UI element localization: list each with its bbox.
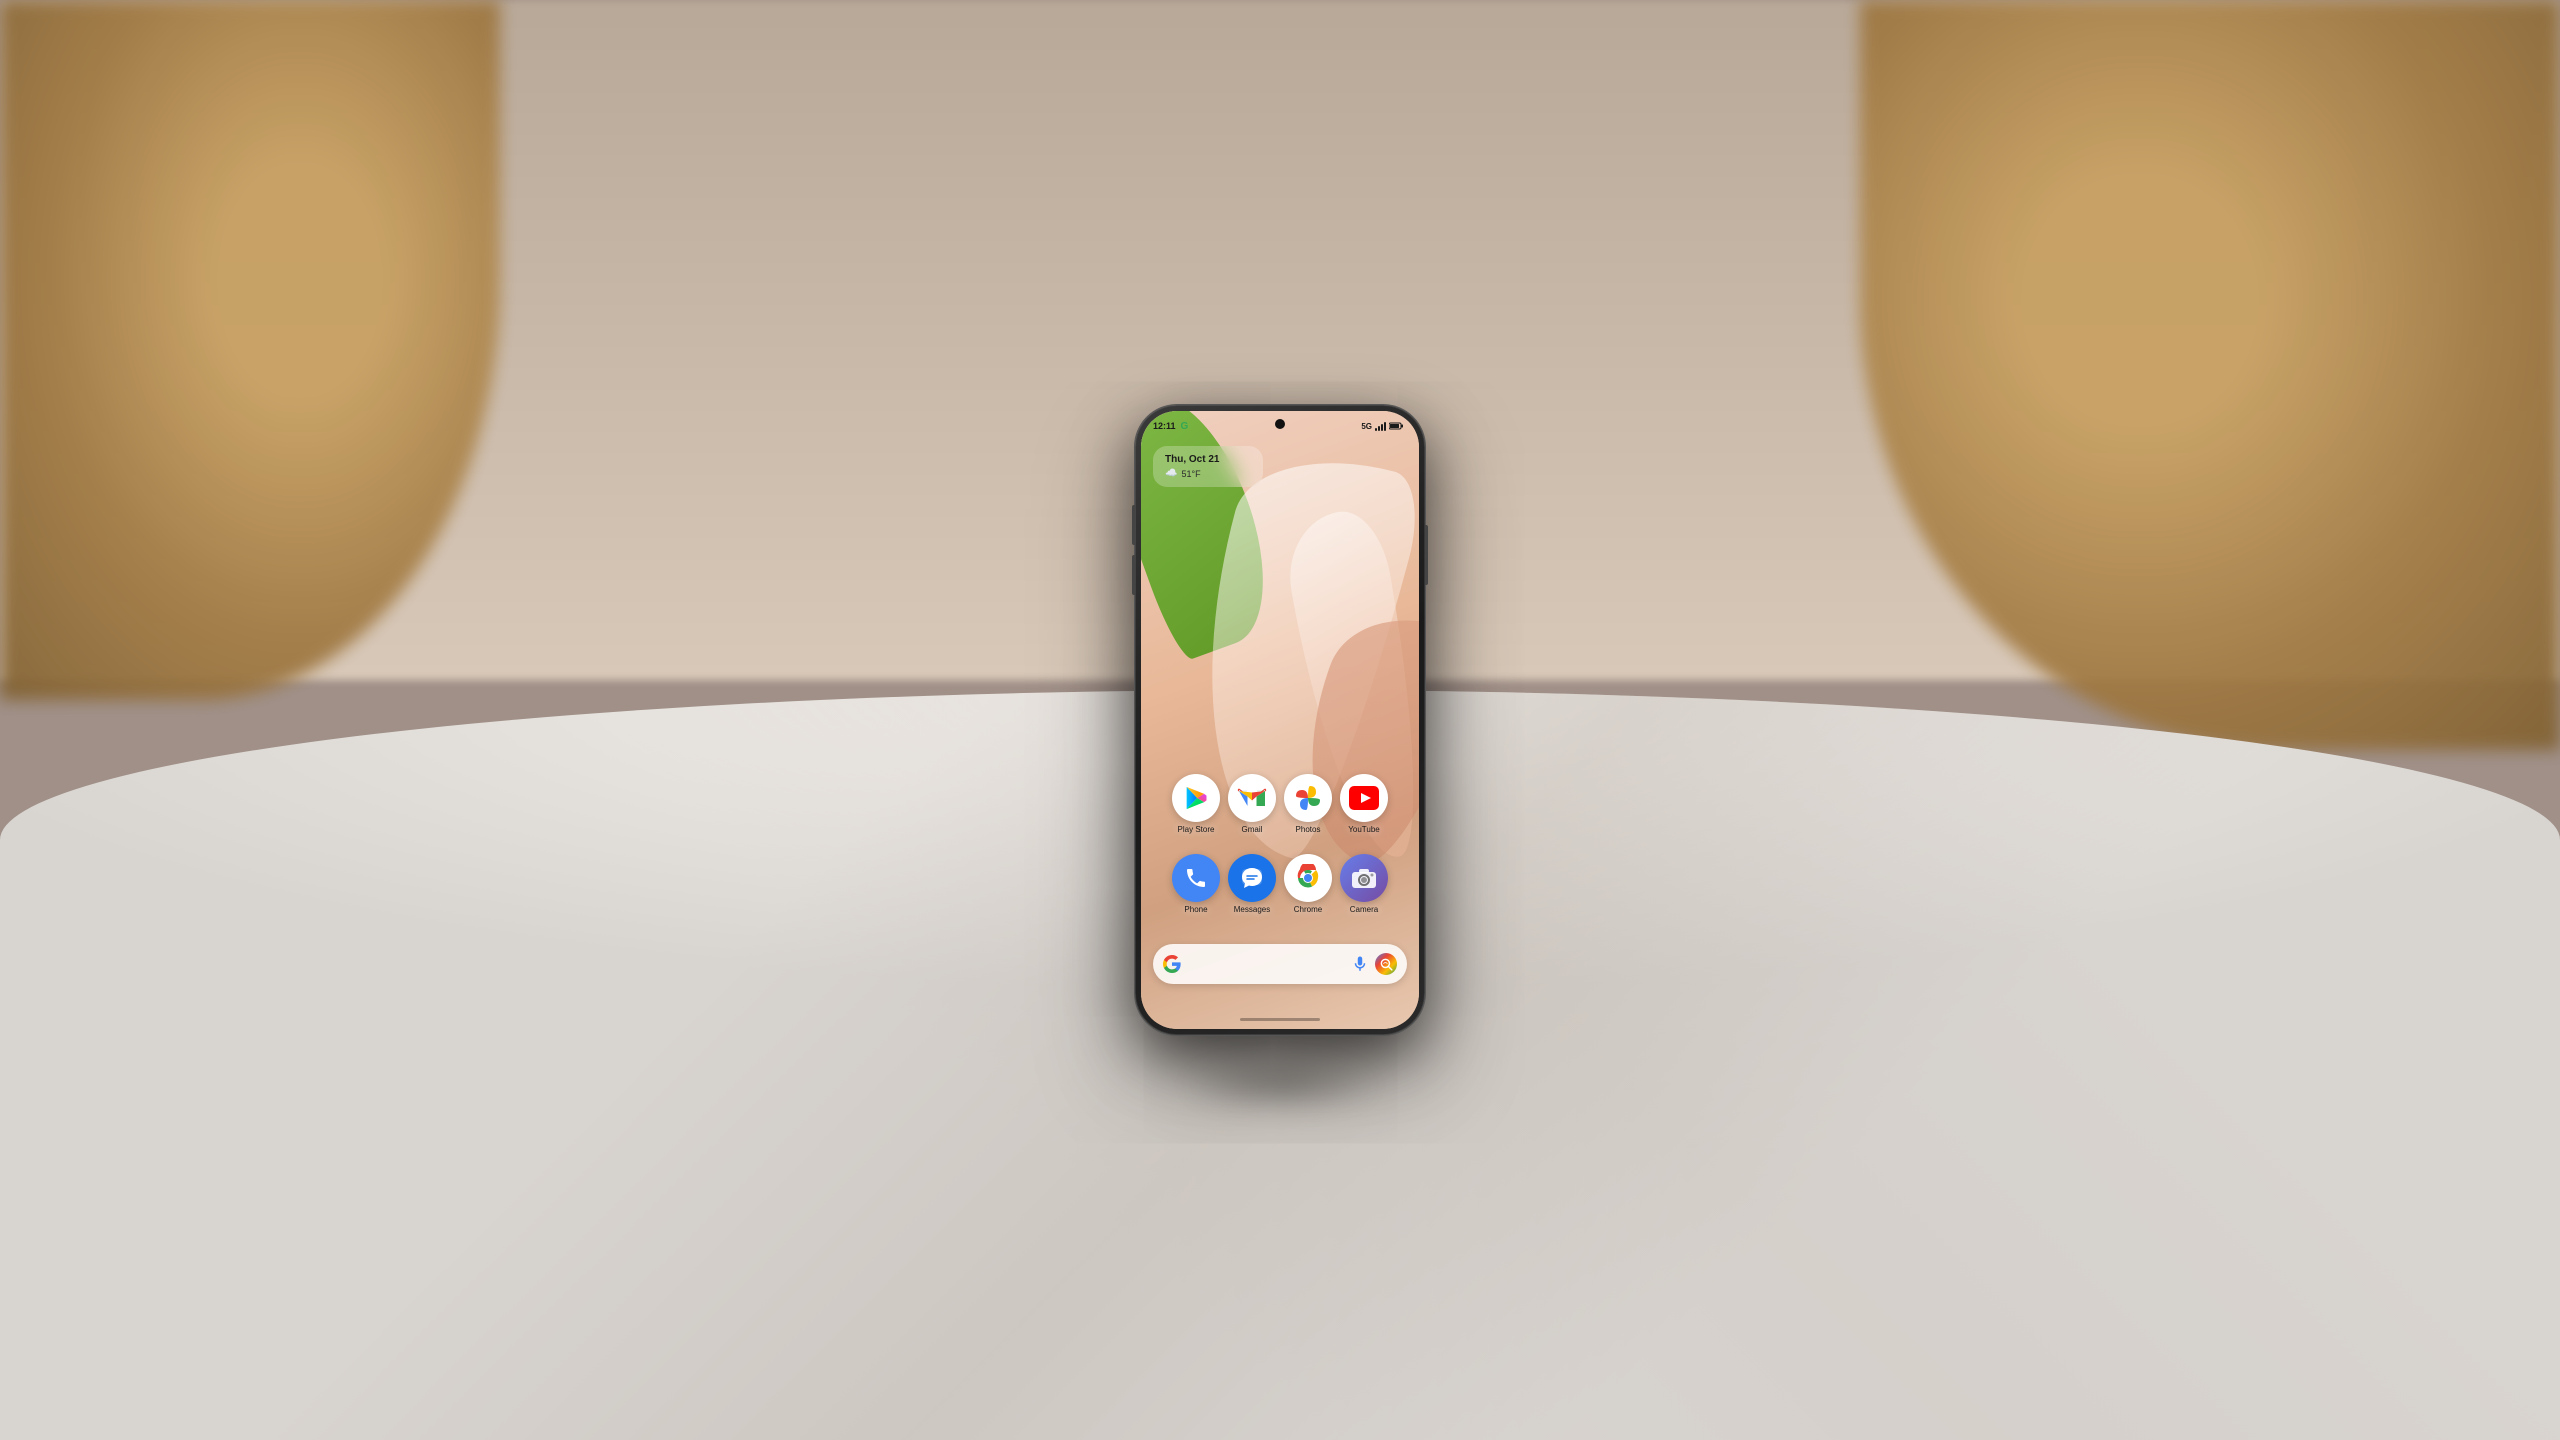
app-phone[interactable]: Phone	[1172, 854, 1220, 914]
camera-cutout	[1275, 419, 1285, 429]
cloud-icon: ☁️	[1165, 468, 1177, 479]
search-mic-icon[interactable]	[1351, 955, 1369, 973]
battery-icon	[1389, 422, 1403, 430]
phone-icon	[1172, 854, 1220, 902]
play-store-label: Play Store	[1178, 825, 1215, 834]
weather-temp: ☁️ 51°F	[1165, 468, 1251, 479]
camera-label: Camera	[1350, 905, 1378, 914]
wallpaper	[1141, 411, 1419, 1029]
photos-icon	[1284, 774, 1332, 822]
app-row-2: Phone Messages	[1172, 854, 1388, 914]
youtube-label: YouTube	[1348, 825, 1379, 834]
phone-label: Phone	[1184, 905, 1207, 914]
app-play-store[interactable]: Play Store	[1172, 774, 1220, 834]
app-photos[interactable]: Photos	[1284, 774, 1332, 834]
messages-label: Messages	[1234, 905, 1270, 914]
gmail-icon	[1228, 774, 1276, 822]
app-camera[interactable]: Camera	[1340, 854, 1388, 914]
app-youtube[interactable]: YouTube	[1340, 774, 1388, 834]
chrome-label: Chrome	[1294, 905, 1322, 914]
carrier: G	[1181, 421, 1189, 432]
play-store-icon	[1172, 774, 1220, 822]
network-label: 5G	[1361, 422, 1372, 431]
photos-label: Photos	[1296, 825, 1321, 834]
home-indicator[interactable]	[1240, 1018, 1320, 1021]
search-lens-icon[interactable]	[1375, 953, 1397, 975]
status-right: 5G	[1361, 421, 1403, 431]
search-bar[interactable]	[1153, 944, 1407, 984]
status-left: 12:11 G	[1153, 421, 1188, 432]
app-messages[interactable]: Messages	[1228, 854, 1276, 914]
camera-icon	[1340, 854, 1388, 902]
app-gmail[interactable]: Gmail	[1228, 774, 1276, 834]
app-chrome[interactable]: Chrome	[1284, 854, 1332, 914]
signal-icon	[1375, 421, 1386, 431]
google-g-icon	[1163, 955, 1181, 973]
weather-widget[interactable]: Thu, Oct 21 ☁️ 51°F	[1153, 446, 1263, 487]
phone-shadow	[1180, 1055, 1380, 1115]
app-row-1: Play Store	[1172, 774, 1388, 834]
messages-icon	[1228, 854, 1276, 902]
chrome-icon	[1284, 854, 1332, 902]
phone-screen: 12:11 G 5G	[1141, 411, 1419, 1029]
phone-body: 12:11 G 5G	[1135, 405, 1425, 1035]
youtube-icon	[1340, 774, 1388, 822]
gmail-label: Gmail	[1242, 825, 1263, 834]
weather-date: Thu, Oct 21	[1165, 454, 1251, 465]
phone: 12:11 G 5G	[1135, 405, 1425, 1035]
time: 12:11	[1153, 421, 1176, 431]
